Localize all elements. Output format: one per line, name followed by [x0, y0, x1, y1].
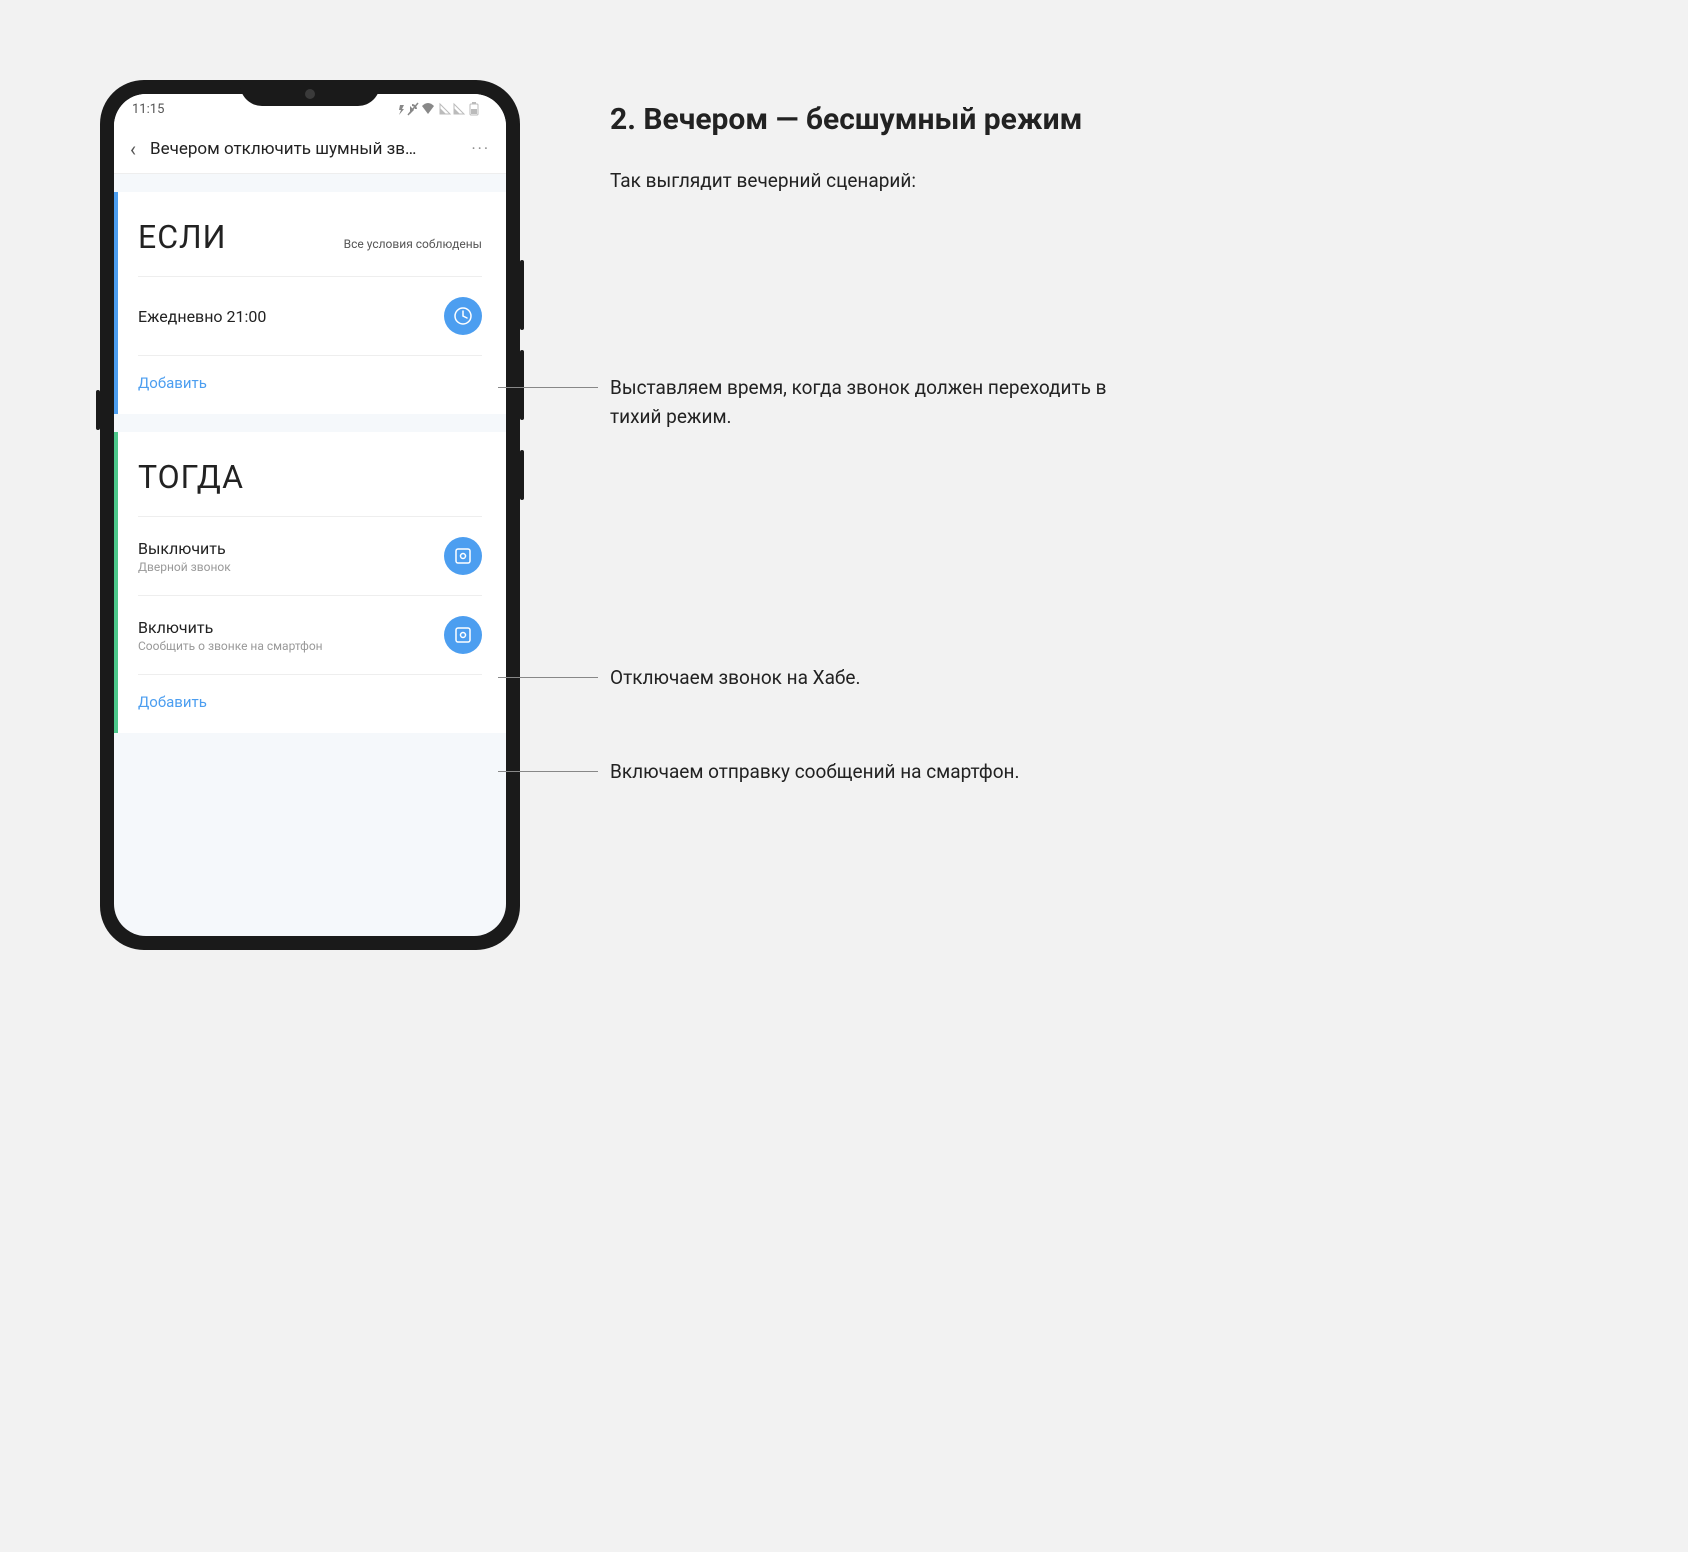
connector-line: [498, 771, 598, 772]
more-icon[interactable]: ···: [471, 139, 490, 158]
device-icon: [444, 616, 482, 654]
annotation-intro: Так выглядит вечерний сценарий:: [610, 169, 1588, 192]
schedule-row[interactable]: Ежедневно 21:00: [114, 277, 506, 355]
page-title: Вечером отключить шумный зв…: [150, 139, 457, 159]
phone-side-button: [520, 260, 524, 330]
annotation-callout: Отключаем звонок на Хабе.: [610, 664, 861, 693]
phone-frame: 11:15: [100, 80, 520, 950]
schedule-label: Ежедневно 21:00: [138, 307, 444, 326]
then-card: ТОГДА Выключить Дверной звонок Включить: [114, 432, 506, 733]
if-card: ЕСЛИ Все условия соблюдены Ежедневно 21:…: [114, 192, 506, 414]
back-icon[interactable]: ‹: [130, 137, 136, 161]
card-accent: [114, 432, 118, 733]
action-row[interactable]: Включить Сообщить о звонке на смартфон: [114, 596, 506, 674]
card-accent: [114, 192, 118, 414]
app-bar: ‹ Вечером отключить шумный зв… ···: [114, 124, 506, 174]
if-subtitle: Все условия соблюдены: [344, 237, 482, 251]
phone-side-button: [96, 390, 100, 430]
bluetooth-icon: [399, 105, 404, 115]
connector-line: [498, 387, 598, 388]
action-title: Выключить: [138, 539, 444, 558]
phone-screen: 11:15: [114, 94, 506, 936]
clock-icon: [444, 297, 482, 335]
annotation-heading: 2. Вечером — бесшумный режим: [610, 100, 1588, 139]
if-title: ЕСЛИ: [138, 218, 227, 256]
add-action-button[interactable]: Добавить: [114, 675, 506, 733]
then-title: ТОГДА: [138, 458, 244, 496]
phone-side-button: [520, 350, 524, 420]
action-subtitle: Сообщить о звонке на смартфон: [138, 639, 444, 653]
action-row[interactable]: Выключить Дверной звонок: [114, 517, 506, 595]
annotations-panel: 2. Вечером — бесшумный режим Так выгляди…: [610, 80, 1588, 950]
annotation-callout: Включаем отправку сообщений на смартфон.: [610, 758, 1060, 787]
status-icons: [398, 102, 488, 116]
action-subtitle: Дверной звонок: [138, 560, 444, 574]
status-time: 11:15: [132, 102, 164, 117]
wifi-icon: [422, 103, 434, 114]
phone-side-button: [520, 450, 524, 500]
device-icon: [444, 537, 482, 575]
annotation-callout: Выставляем время, когда звонок должен пе…: [610, 374, 1110, 431]
add-condition-button[interactable]: Добавить: [114, 356, 506, 414]
action-title: Включить: [138, 618, 444, 637]
connector-line: [498, 677, 598, 678]
phone-camera: [305, 89, 315, 99]
